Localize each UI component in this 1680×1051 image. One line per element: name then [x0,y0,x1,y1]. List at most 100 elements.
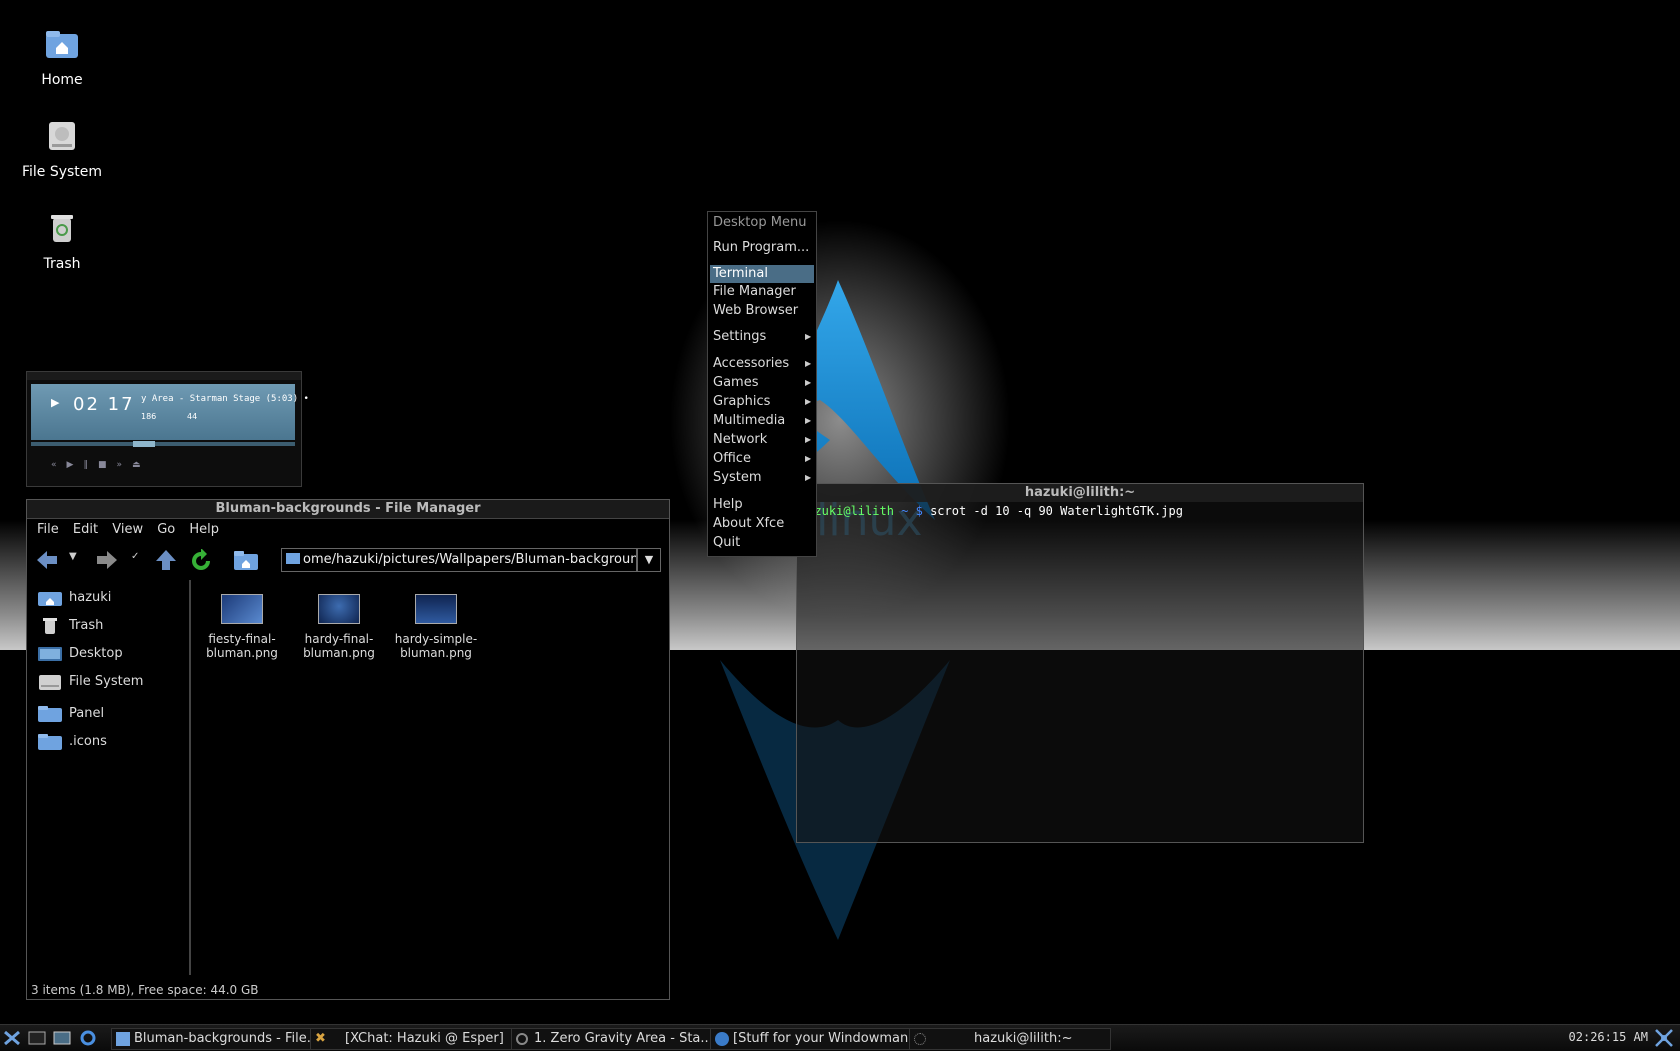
sidebar-item-label: Panel [69,706,105,721]
player-khz: 44 [187,412,198,421]
location-path: ome/hazuki/pictures/Wallpapers/Bluman-ba… [303,552,637,567]
taskbar: Bluman-backgrounds - File... ✖ [XChat: H… [0,1024,1680,1051]
status-bar: 3 items (1.8 MB), Free space: 44.0 GB [31,983,259,997]
sidebar-item-label: hazuki [69,590,112,605]
menu-item-help[interactable]: Help [713,496,743,514]
player-display: ▶ 02 17 y Area - Starman Stage (5:03) • … [31,384,309,440]
folder-icon [286,553,300,564]
menu-help[interactable]: Help [189,522,219,537]
desktop-icon-label: Trash [43,256,81,272]
hard-drive-icon [39,675,61,690]
play-icon[interactable]: ▶ [67,460,84,470]
home-folder-icon[interactable] [233,549,259,571]
play-state-icon: ▶ [51,396,60,409]
hard-drive-icon [49,122,75,150]
menu-item-run-program[interactable]: Run Program... [713,239,809,257]
forward-arrow-icon[interactable] [95,549,119,571]
menu-item-office[interactable]: Office [713,450,811,468]
sidebar-item-icons[interactable]: .icons [27,728,187,756]
task-xchat[interactable]: ✖ [XChat: Hazuki @ Esper] [310,1028,532,1050]
file-name-line: bluman.png [303,646,375,660]
terminal-line[interactable]: hazuki@lilith ~ $ scrot -d 10 -q 90 Wate… [797,502,1363,520]
home-folder-icon [38,592,62,606]
player-titlebar[interactable] [27,372,301,380]
pause-icon[interactable]: ‖ [83,460,98,470]
menu-item-settings[interactable]: Settings [713,328,812,346]
terminal-line[interactable] [797,520,1363,542]
xfce-menu-icon[interactable] [3,1030,21,1046]
menu-item-quit[interactable]: Quit [713,534,740,552]
eject-icon[interactable]: ⏏ [132,460,151,470]
desktop-icon-trash[interactable]: Trash [7,210,117,272]
desktop-icon-home[interactable]: Home [7,26,117,88]
back-history-dropdown[interactable]: ▼ [69,551,77,562]
menu-item-file-manager[interactable]: File Manager [713,283,796,301]
player-seek-knob[interactable] [133,441,155,447]
back-arrow-icon[interactable] [35,549,59,571]
sidebar-item-file-system[interactable]: File System [27,668,187,696]
browser-icon [715,1032,729,1046]
menu-file[interactable]: File [37,522,59,537]
location-bar[interactable]: ome/hazuki/pictures/Wallpapers/Bluman-ba… [281,548,637,572]
pane-splitter[interactable] [189,580,191,975]
menu-item-games[interactable]: Games [713,374,812,392]
up-arrow-icon[interactable] [155,549,177,571]
task-label: [XChat: Hazuki @ Esper] [345,1031,504,1046]
desktop-menu: Desktop Menu Run Program... Terminal Fil… [707,211,817,557]
previous-icon[interactable]: « [51,460,67,470]
file-item[interactable]: fiesty-final- bluman.png [197,580,287,660]
terminal-command: scrot -d 10 -q 90 WaterlightGTK.jpg [930,504,1183,518]
menu-item-graphics[interactable]: Graphics [713,393,812,411]
task-media-player[interactable]: 1. Zero Gravity Area - Sta... [511,1028,731,1050]
file-manager-launcher-icon[interactable] [53,1030,71,1046]
xfce-action-icon[interactable] [1654,1028,1674,1048]
task-browser[interactable]: [Stuff for your Windowman... [710,1028,930,1050]
task-terminal[interactable]: hazuki@lilith:~ [909,1028,1111,1050]
sidebar-item-panel[interactable]: Panel [27,700,187,728]
menu-item-about-xfce[interactable]: About Xfce [713,515,784,533]
terminal-icon [914,1033,926,1045]
image-thumbnail [415,594,457,624]
menu-item-web-browser[interactable]: Web Browser [713,302,798,320]
sidebar-item-trash[interactable]: Trash [27,612,187,640]
menu-go[interactable]: Go [157,522,175,537]
task-label: Bluman-backgrounds - File... [134,1031,320,1046]
window-title[interactable]: hazuki@lilith:~ [797,484,1363,502]
menu-item-multimedia[interactable]: Multimedia [713,412,812,430]
menu-item-network[interactable]: Network [713,431,812,449]
sidebar-item-label: Desktop [69,646,123,661]
window-title[interactable]: Bluman-backgrounds - File Manager [27,500,669,519]
location-dropdown-button[interactable]: ▼ [637,548,661,572]
file-item[interactable]: hardy-final- bluman.png [294,580,384,660]
menu-view[interactable]: View [112,522,143,537]
terminal-window[interactable]: hazuki@lilith:~ hazuki@lilith ~ $ scrot … [796,483,1364,843]
player-controls[interactable]: «▶‖■»⏏ [51,460,150,470]
web-browser-launcher-icon[interactable] [79,1030,97,1046]
reload-icon[interactable] [189,549,213,573]
file-name-line: bluman.png [206,646,278,660]
forward-history-dropdown[interactable]: ✓ [131,551,139,562]
sidebar-item-desktop[interactable]: Desktop [27,640,187,668]
desktop-icon [38,647,62,661]
sidebar-item-hazuki[interactable]: hazuki [27,584,187,612]
menu-edit[interactable]: Edit [73,522,98,537]
player-seek-bar[interactable] [31,442,295,446]
desktop-icon-file-system[interactable]: File System [7,118,117,180]
menu-item-terminal[interactable]: Terminal [710,265,814,283]
stop-icon[interactable]: ■ [98,460,117,470]
next-icon[interactable]: » [116,460,132,470]
menu-item-accessories[interactable]: Accessories [713,355,811,373]
shortcuts-sidebar: hazuki Trash Desktop File System Panel .… [27,580,187,975]
file-item[interactable]: hardy-simple- bluman.png [391,580,481,660]
terminal-launcher-icon[interactable] [28,1030,46,1046]
media-player[interactable]: ▶ 02 17 y Area - Starman Stage (5:03) • … [26,371,309,487]
task-file-manager[interactable]: Bluman-backgrounds - File... [111,1028,331,1050]
trash-icon [51,215,73,242]
task-label: hazuki@lilith:~ [974,1031,1073,1046]
file-manager-window[interactable]: Bluman-backgrounds - File Manager File E… [26,499,670,1000]
folder-icon [38,706,62,722]
menu-item-system[interactable]: System [713,469,812,487]
menu-header: Desktop Menu [713,215,807,230]
file-view: fiesty-final- bluman.png hardy-final- bl… [197,580,657,970]
prompt-symbol: ~ $ [901,504,923,518]
